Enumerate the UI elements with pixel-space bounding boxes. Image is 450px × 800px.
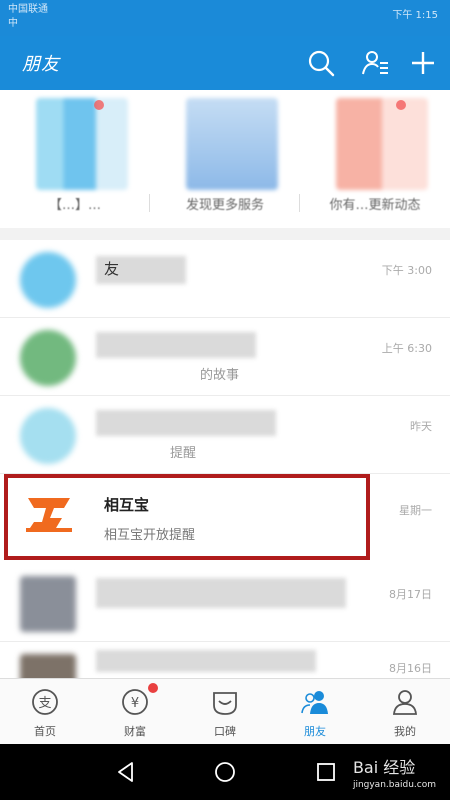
message-list: 友 下午 3:00 的故事 上午 6:30 提醒 昨天 8月17日 8月16日 bbox=[0, 240, 450, 678]
bottom-tab-bar: 支 首页 ¥ 财富 口碑 朋友 我的 bbox=[0, 678, 450, 744]
conversation-time: 8月16日 bbox=[389, 662, 432, 675]
notification-badge bbox=[148, 683, 158, 693]
profile-icon bbox=[390, 687, 420, 717]
avatar bbox=[20, 330, 76, 386]
friends-icon bbox=[300, 687, 330, 717]
service-tile-image bbox=[36, 98, 128, 190]
avatar bbox=[20, 654, 76, 678]
service-item[interactable]: 发现更多服务 bbox=[150, 90, 300, 228]
status-time: 下午 1:15 bbox=[392, 10, 438, 21]
search-icon[interactable] bbox=[306, 48, 336, 78]
koubei-icon bbox=[210, 687, 240, 717]
conversation-preview: 的故事 bbox=[200, 368, 240, 383]
tab-friends[interactable]: 朋友 bbox=[270, 679, 360, 745]
list-item[interactable]: 友 下午 3:00 bbox=[0, 240, 450, 318]
conversation-name: 相互宝 bbox=[104, 496, 150, 514]
wealth-icon: ¥ bbox=[120, 687, 150, 717]
xianghubao-logo-icon bbox=[20, 484, 78, 542]
avatar bbox=[20, 252, 76, 308]
carrier-label-secondary: 中 bbox=[8, 18, 18, 29]
conversation-time: 上午 6:30 bbox=[381, 342, 432, 355]
tab-home[interactable]: 支 首页 bbox=[0, 679, 90, 745]
tab-label: 首页 bbox=[34, 725, 56, 738]
service-label: 发现更多服务 bbox=[185, 198, 264, 213]
alipay-home-icon: 支 bbox=[30, 687, 60, 717]
carrier-label: 中国联通 bbox=[8, 4, 48, 15]
svg-text:支: 支 bbox=[38, 696, 51, 711]
service-label: 【…】… bbox=[48, 198, 101, 213]
back-icon[interactable] bbox=[114, 760, 138, 784]
add-icon[interactable] bbox=[408, 48, 438, 78]
tab-label: 口碑 bbox=[214, 725, 236, 738]
tab-label: 朋友 bbox=[304, 725, 326, 738]
watermark-subtext: jingyan.baidu.com bbox=[352, 780, 436, 790]
contacts-icon[interactable] bbox=[360, 48, 390, 78]
recents-icon[interactable] bbox=[314, 760, 338, 784]
app-header: 朋友 bbox=[0, 36, 450, 90]
avatar bbox=[20, 408, 76, 464]
conversation-preview: 提醒 bbox=[170, 446, 197, 461]
tab-profile[interactable]: 我的 bbox=[360, 679, 450, 745]
service-label: 你有…更新动态 bbox=[329, 198, 421, 213]
notification-dot bbox=[94, 100, 104, 110]
svg-text:¥: ¥ bbox=[131, 696, 139, 711]
conversation-name: 友 bbox=[104, 260, 120, 278]
conversation-time: 8月17日 bbox=[389, 588, 432, 601]
conversation-time: 星期一 bbox=[399, 504, 432, 517]
tab-koubei[interactable]: 口碑 bbox=[180, 679, 270, 745]
conversation-time: 昨天 bbox=[410, 420, 432, 433]
service-item[interactable]: 【…】… bbox=[0, 90, 150, 228]
tab-label: 财富 bbox=[124, 725, 146, 738]
service-tile-image bbox=[336, 98, 428, 190]
conversation-preview: 相互宝开放提醒 bbox=[104, 528, 196, 543]
service-strip: 【…】… 发现更多服务 你有…更新动态 bbox=[0, 90, 450, 228]
baidu-jingyan-watermark: Bai 经验 jingyan.baidu.com bbox=[353, 754, 436, 790]
list-item[interactable]: 8月17日 bbox=[0, 564, 450, 642]
notification-dot bbox=[396, 100, 406, 110]
service-tile-image bbox=[186, 98, 278, 190]
list-item[interactable]: 的故事 上午 6:30 bbox=[0, 318, 450, 396]
list-item[interactable]: 8月16日 bbox=[0, 642, 450, 678]
tab-wealth[interactable]: ¥ 财富 bbox=[90, 679, 180, 745]
service-item[interactable]: 你有…更新动态 bbox=[300, 90, 450, 228]
home-icon[interactable] bbox=[213, 760, 237, 784]
avatar bbox=[20, 576, 76, 632]
status-bar: 中国联通 中 下午 1:15 bbox=[0, 0, 450, 36]
page-title: 朋友 bbox=[22, 54, 60, 75]
list-item[interactable]: 提醒 昨天 bbox=[0, 396, 450, 474]
tab-label: 我的 bbox=[394, 725, 416, 738]
watermark-text: Bai 经验 bbox=[352, 758, 416, 777]
conversation-time: 下午 3:00 bbox=[381, 264, 432, 277]
